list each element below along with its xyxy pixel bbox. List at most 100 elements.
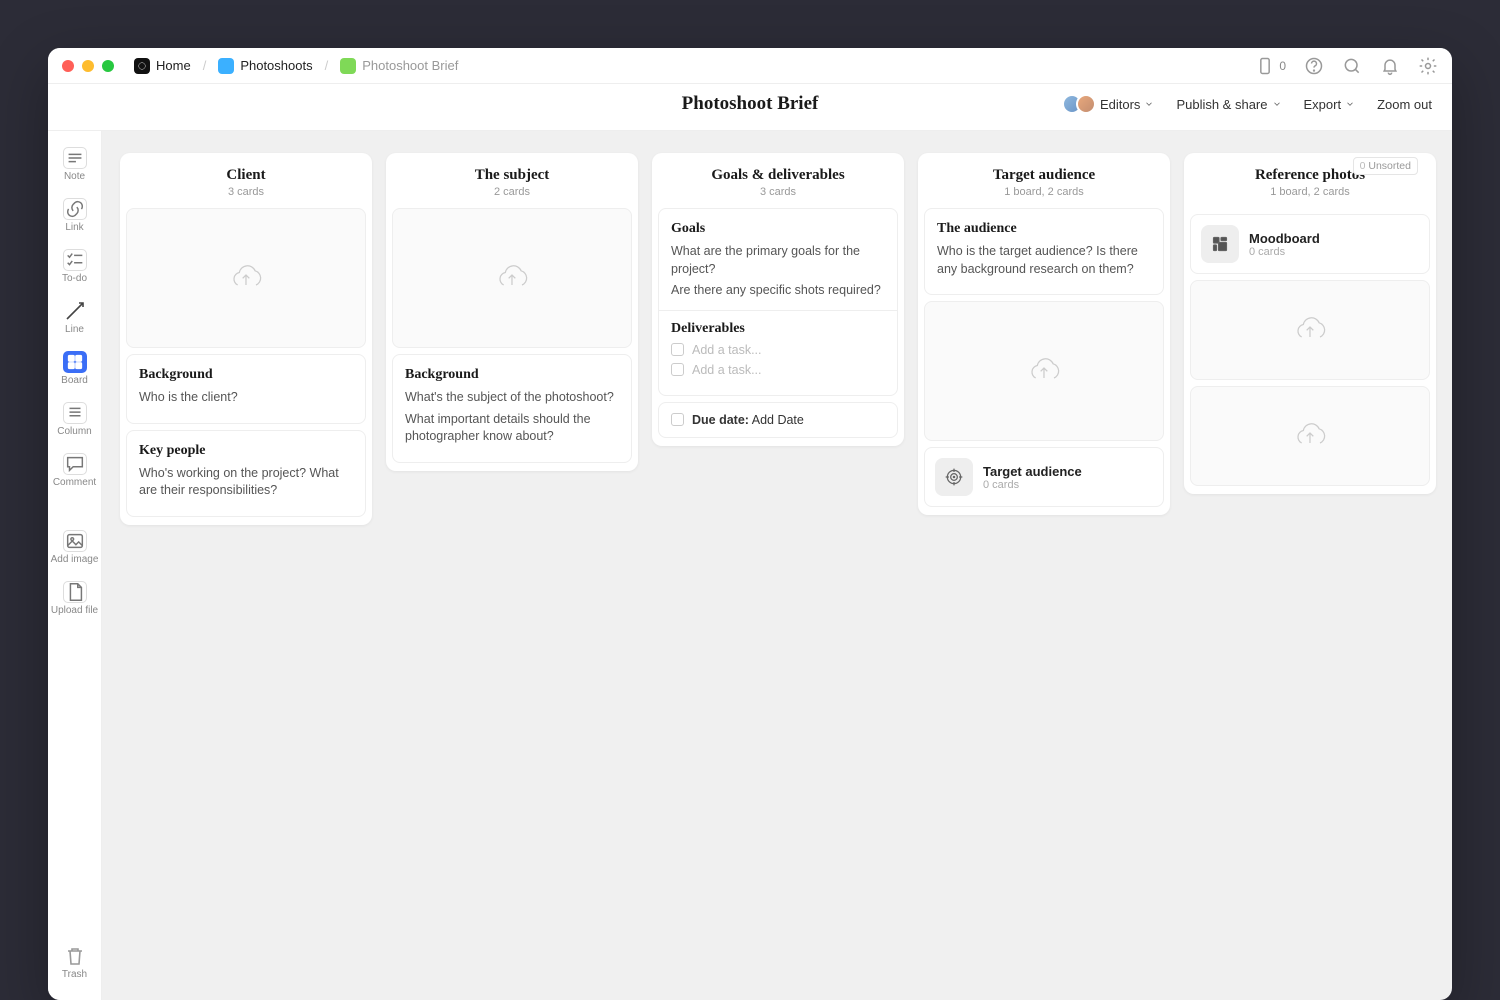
sidebar-item-comment[interactable]: Comment <box>48 451 101 490</box>
column-subtitle: 3 cards <box>134 186 358 198</box>
sidebar-item-upload-file[interactable]: Upload file <box>48 579 101 618</box>
sidebar-item-board[interactable]: Board <box>48 349 101 388</box>
card-text: What are the primary goals for the proje… <box>671 243 885 278</box>
search-icon[interactable] <box>1342 56 1362 76</box>
board-column[interactable]: Target audience1 board, 2 cardsThe audie… <box>918 153 1170 515</box>
cloud-upload-icon <box>1290 312 1330 348</box>
task-row[interactable]: Add a task... <box>671 343 885 357</box>
moodboard-icon <box>1201 225 1239 263</box>
zoom-out-button[interactable]: Zoom out <box>1377 97 1432 112</box>
column-subtitle: 3 cards <box>666 186 890 198</box>
board-reference-card[interactable]: Target audience0 cards <box>924 447 1164 507</box>
sidebar-item-line[interactable]: Line <box>48 298 101 337</box>
breadcrumb-parent[interactable]: Photoshoots <box>212 54 318 78</box>
header-actions: Editors Publish & share Export Zoom out <box>1062 94 1432 114</box>
comment-icon <box>63 453 87 475</box>
publish-dropdown[interactable]: Publish & share <box>1176 97 1281 112</box>
card-heading: Goals <box>671 221 885 237</box>
breadcrumb-separator: / <box>203 58 207 73</box>
divider <box>659 310 897 311</box>
gear-icon[interactable] <box>1418 56 1438 76</box>
page-title: Photoshoot Brief <box>682 93 819 115</box>
due-date-card[interactable]: Due date: Add Date <box>658 402 898 438</box>
sidebar-item-trash[interactable]: Trash <box>48 943 101 982</box>
breadcrumb-current[interactable]: Photoshoot Brief <box>334 54 464 78</box>
target-icon <box>935 458 973 496</box>
breadcrumb-home[interactable]: Home <box>128 54 197 78</box>
board-canvas[interactable]: Client3 cardsBackgroundWho is the client… <box>102 131 1452 1000</box>
upload-card[interactable] <box>924 301 1164 441</box>
window-close-button[interactable] <box>62 60 74 72</box>
board-ref-title: Moodboard <box>1249 231 1320 246</box>
checkbox-icon[interactable] <box>671 413 684 426</box>
line-icon <box>63 300 87 322</box>
window-minimize-button[interactable] <box>82 60 94 72</box>
editors-label: Editors <box>1100 97 1140 112</box>
mobile-badge[interactable]: 0 <box>1255 56 1286 76</box>
export-dropdown[interactable]: Export <box>1304 97 1356 112</box>
upload-card[interactable] <box>392 208 632 348</box>
breadcrumb-parent-label: Photoshoots <box>240 58 312 73</box>
breadcrumb: Home / Photoshoots / Photoshoot Brief <box>128 54 464 78</box>
bell-icon[interactable] <box>1380 56 1400 76</box>
board-column[interactable]: Client3 cardsBackgroundWho is the client… <box>120 153 372 525</box>
window-maximize-button[interactable] <box>102 60 114 72</box>
sidebar-item-add-image[interactable]: Add image <box>48 528 101 567</box>
sidebar-item-label: Board <box>61 375 88 386</box>
sidebar-item-note[interactable]: Note <box>48 145 101 184</box>
chevron-down-icon <box>1345 99 1355 109</box>
card-text: Who is the client? <box>139 389 353 407</box>
checkbox-icon[interactable] <box>671 343 684 356</box>
folder-icon <box>218 58 234 74</box>
body: Note Link To-do Line Board Column <box>48 131 1452 1000</box>
editors-dropdown[interactable]: Editors <box>1062 94 1154 114</box>
sidebar-item-label: Add image <box>51 554 99 565</box>
titlebar: Home / Photoshoots / Photoshoot Brief 0 <box>48 48 1452 84</box>
card-heading: Key people <box>139 443 353 459</box>
board-column[interactable]: Reference photos1 board, 2 cardsMoodboar… <box>1184 153 1436 494</box>
sidebar-item-link[interactable]: Link <box>48 196 101 235</box>
sidebar-item-label: Link <box>65 222 83 233</box>
sidebar-item-label: Column <box>57 426 91 437</box>
card-heading: Background <box>405 367 619 383</box>
titlebar-actions: 0 <box>1255 56 1438 76</box>
board-ref-subtitle: 0 cards <box>983 479 1082 491</box>
text-card[interactable]: BackgroundWhat's the subject of the phot… <box>392 354 632 463</box>
chevron-down-icon <box>1272 99 1282 109</box>
text-card[interactable]: Background Who is the client? <box>126 354 366 424</box>
card-text: Who's working on the project? What are t… <box>139 465 353 500</box>
card-heading: Background <box>139 367 353 383</box>
board-ref-subtitle: 0 cards <box>1249 246 1320 258</box>
sidebar-item-label: Upload file <box>51 605 98 616</box>
note-icon <box>63 147 87 169</box>
text-card[interactable]: The audienceWho is the target audience? … <box>924 208 1164 295</box>
breadcrumb-separator: / <box>325 58 329 73</box>
column-subtitle: 2 cards <box>400 186 624 198</box>
goals-card[interactable]: Goals What are the primary goals for the … <box>658 208 898 396</box>
breadcrumb-current-label: Photoshoot Brief <box>362 58 458 73</box>
text-card[interactable]: Key people Who's working on the project? … <box>126 430 366 517</box>
board-column[interactable]: The subject2 cardsBackgroundWhat's the s… <box>386 153 638 471</box>
board-column[interactable]: Goals & deliverables3 cardsGoalsWhat are… <box>652 153 904 446</box>
column-header: Target audience1 board, 2 cards <box>918 167 1170 208</box>
column-subtitle: 1 board, 2 cards <box>1198 186 1422 198</box>
task-row[interactable]: Add a task... <box>671 363 885 377</box>
breadcrumb-home-label: Home <box>156 58 191 73</box>
upload-card[interactable] <box>1190 386 1430 486</box>
checkbox-icon[interactable] <box>671 363 684 376</box>
zoom-label: Zoom out <box>1377 97 1432 112</box>
upload-card[interactable] <box>126 208 366 348</box>
unsorted-badge[interactable]: 0 Unsorted <box>1353 157 1418 175</box>
due-date-text: Due date: Add Date <box>692 413 804 427</box>
due-date-row[interactable]: Due date: Add Date <box>671 413 885 427</box>
sidebar-item-label: Line <box>65 324 84 335</box>
sidebar-item-todo[interactable]: To-do <box>48 247 101 286</box>
avatar-stack <box>1062 94 1096 114</box>
help-icon[interactable] <box>1304 56 1324 76</box>
board-reference-card[interactable]: Moodboard0 cards <box>1190 214 1430 274</box>
sidebar-item-column[interactable]: Column <box>48 400 101 439</box>
upload-card[interactable] <box>1190 280 1430 380</box>
board-icon <box>63 351 87 373</box>
card-text: What important details should the photog… <box>405 411 619 446</box>
sidebar-item-label: To-do <box>62 273 87 284</box>
